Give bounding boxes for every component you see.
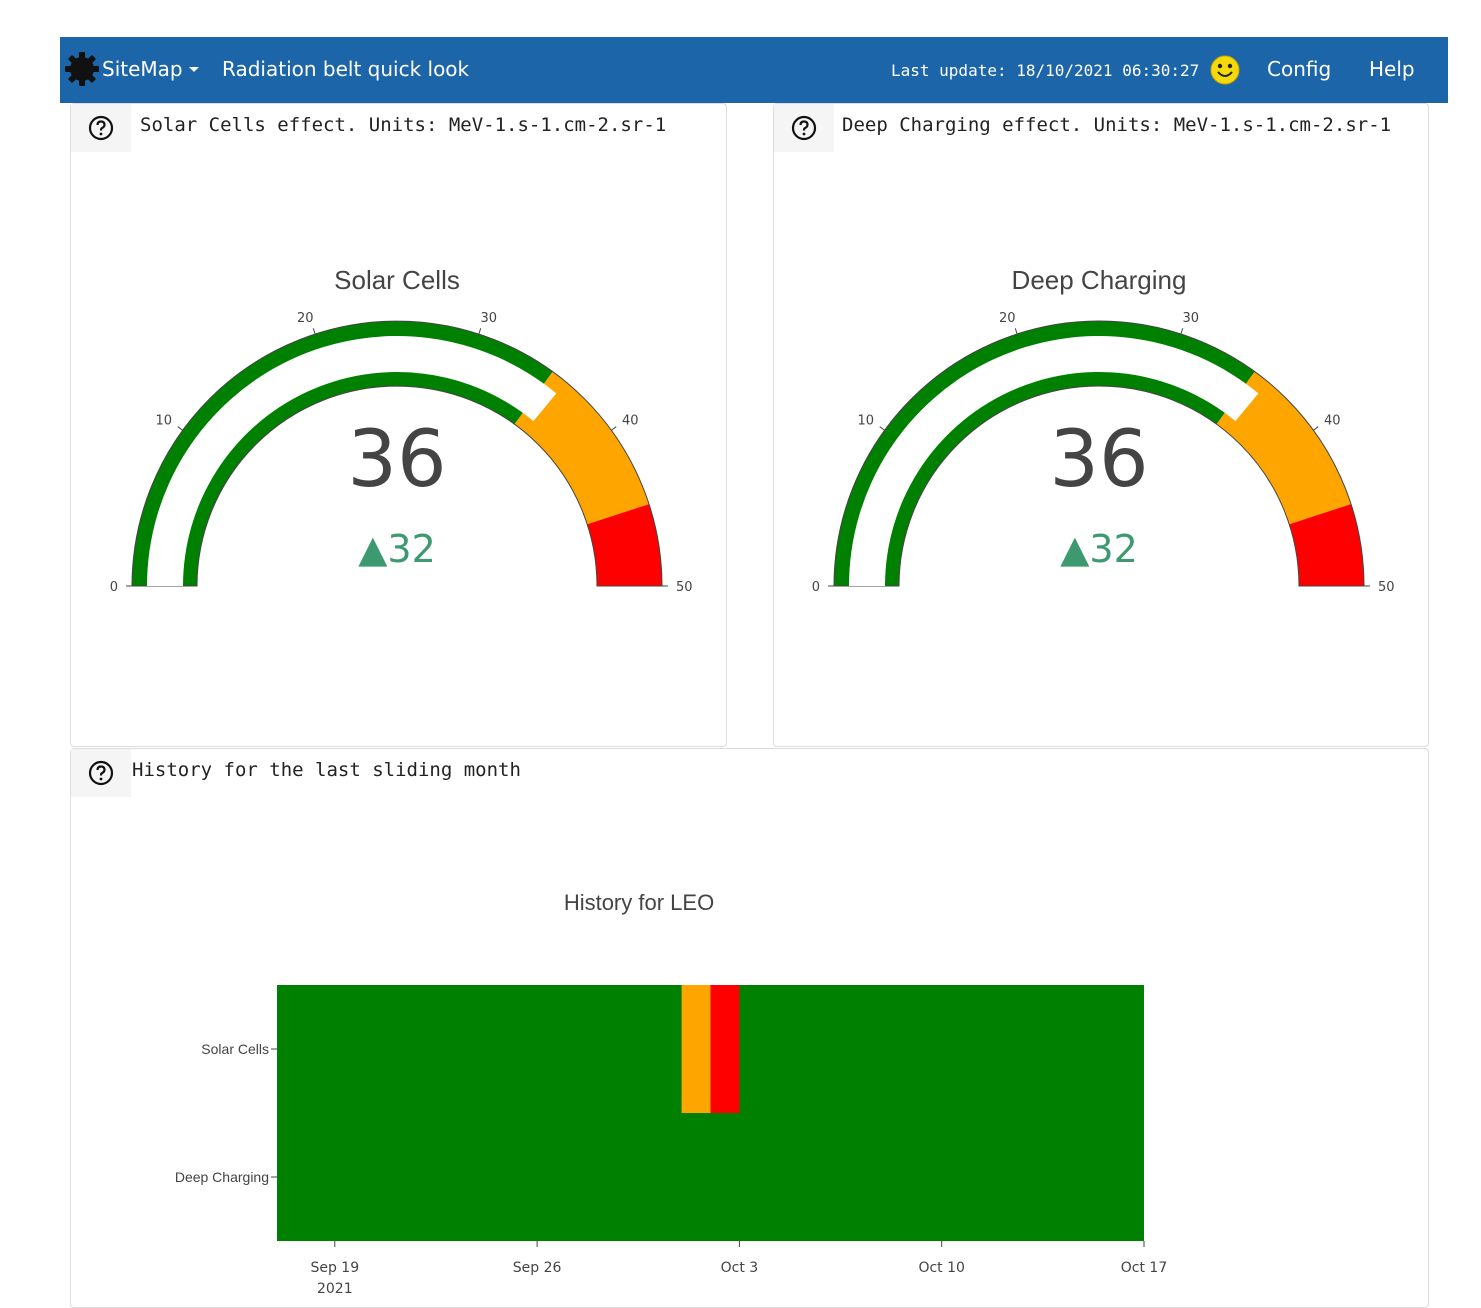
deep-charging-gauge: Deep Charging 0 10 20 30 40 50 36 ▲32 (812, 265, 1395, 595)
help-link[interactable]: Help (1369, 57, 1415, 81)
last-update-text: Last update: 18/10/2021 06:30:27 (891, 61, 1200, 80)
caret-down-icon (188, 66, 199, 72)
top-navbar: SiteMap Radiation belt quick look Last u… (60, 37, 1448, 103)
gauge-tick-label: 30 (1182, 311, 1199, 326)
gauge-tick-mark (611, 426, 617, 431)
gauge-tick-mark (478, 328, 482, 335)
gauge-tick-label: 0 (110, 580, 118, 595)
gauge-tick-label: 50 (676, 580, 693, 595)
gauge-delta: ▲32 (358, 527, 436, 571)
gauge-tick-label: 40 (1324, 414, 1341, 429)
y-tick-label: Solar Cells (201, 1041, 269, 1057)
gauge-tick-label: 30 (480, 311, 497, 326)
heatmap-cell-warning (681, 985, 711, 1113)
gauge-value: 36 (347, 415, 446, 505)
gauge-tick-label: 50 (1378, 580, 1395, 595)
sitemap-dropdown[interactable]: SiteMap (102, 57, 199, 81)
gauge-tick-mark (177, 426, 183, 431)
x-tick-label: Oct 10 (918, 1260, 964, 1276)
gauge-tick-mark (1180, 328, 1184, 335)
x-tick-label: Sep 26 (513, 1260, 562, 1276)
gauge-title: Solar Cells (334, 265, 460, 295)
gauge-value: 36 (1049, 415, 1148, 505)
gauge-tick-mark (879, 426, 885, 431)
smiley-icon (1210, 55, 1240, 85)
gauge-tick-label: 20 (297, 311, 314, 326)
sitemap-label: SiteMap (102, 57, 183, 81)
history-heatmap: History for LEO Solar Cells Deep Charging S… (175, 890, 1167, 1297)
history-panel: History for the last sliding month Histo… (70, 748, 1429, 1308)
config-link[interactable]: Config (1267, 57, 1331, 81)
heatmap-title: History for LEO (564, 890, 714, 915)
page-title[interactable]: Radiation belt quick look (222, 57, 469, 81)
x-tick-year-label: 2021 (317, 1281, 353, 1297)
x-tick-label: Oct 3 (721, 1260, 759, 1276)
deep-charging-panel: Deep Charging effect. Units: MeV-1.s-1.c… (773, 103, 1429, 747)
solar-cells-gauge: Solar Cells 0 10 20 30 40 50 36 ▲32 (110, 265, 693, 595)
gauge-title: Deep Charging (1012, 265, 1187, 295)
x-tick-label: Sep 19 (310, 1260, 359, 1276)
y-tick-label: Deep Charging (175, 1169, 269, 1185)
gauge-tick-label: 0 (812, 580, 820, 595)
gauge-delta: ▲32 (1060, 527, 1138, 571)
gauge-tick-label: 40 (622, 414, 639, 429)
x-tick-label: Oct 17 (1121, 1260, 1167, 1276)
gear-icon[interactable] (64, 51, 100, 87)
gauge-tick-mark (1014, 328, 1018, 335)
heatmap-cell-alert (710, 985, 740, 1113)
gauge-tick-label: 10 (156, 414, 173, 429)
gauge-tick-label: 20 (999, 311, 1016, 326)
gauge-tick-label: 10 (858, 414, 875, 429)
solar-cells-panel: Solar Cells effect. Units: MeV-1.s-1.cm-… (70, 103, 727, 747)
gauge-tick-mark (312, 328, 316, 335)
gauge-tick-mark (1313, 426, 1319, 431)
